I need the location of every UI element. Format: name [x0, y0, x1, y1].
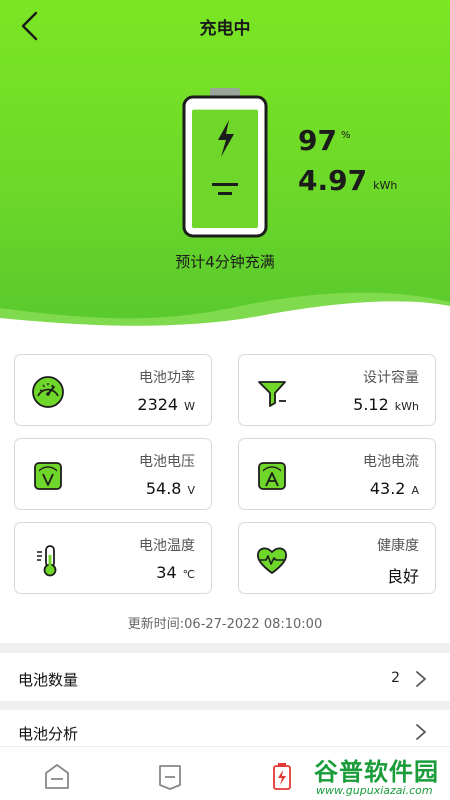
charged-energy: 4.97 kWh [298, 166, 397, 196]
card-battery-voltage: 电池电压 54.8 V [14, 438, 212, 510]
card-unit: kWh [394, 400, 419, 413]
hero-wave [0, 292, 450, 330]
card-battery-health: 健康度 良好 [238, 522, 436, 594]
battery-level-icon [182, 88, 268, 238]
charge-percent-unit: % [340, 130, 351, 141]
funnel-icon [258, 381, 286, 407]
card-label: 电池电流 [363, 454, 419, 470]
charged-energy-value: 4.97 [298, 164, 368, 197]
current-icon [258, 462, 286, 490]
row-label: 电池分析 [18, 725, 79, 743]
page-title: 充电中 [199, 19, 251, 39]
speedometer-icon [32, 376, 64, 408]
battery-charging-icon [273, 763, 291, 790]
tab-battery[interactable] [267, 761, 297, 791]
thermometer-icon [37, 545, 57, 577]
card-label: 健康度 [377, 538, 419, 554]
watermark-title: 谷普软件园 [314, 758, 439, 786]
card-unit: W [184, 400, 195, 413]
card-value: 良好 [386, 567, 419, 586]
row-value: 2 [391, 670, 400, 686]
watermark-url: www.gupuxiazai.com [316, 784, 433, 797]
heart-pulse-icon [256, 547, 288, 574]
card-unit: V [187, 484, 195, 497]
section-divider [0, 701, 450, 710]
card-battery-current: 电池电流 43.2 A [238, 438, 436, 510]
tab-home[interactable] [42, 761, 72, 791]
card-value: 43.2 [369, 479, 406, 498]
card-label: 电池功率 [139, 370, 195, 386]
home-icon [45, 764, 69, 789]
card-label: 电池电压 [139, 454, 195, 470]
last-updated-time: 更新时间:06-27-2022 08:10:00 [127, 617, 323, 632]
card-value: 54.8 [145, 479, 182, 498]
device-icon [159, 765, 181, 790]
charge-percent-value: 97 [298, 124, 337, 157]
voltage-icon [34, 462, 62, 490]
card-value: 2324 [137, 395, 179, 414]
card-label: 设计容量 [363, 370, 419, 386]
card-design-capacity: 设计容量 5.12 kWh [238, 354, 436, 426]
charged-energy-unit: kWh [373, 179, 398, 192]
charging-header: 充电中 97 % 4.97 kWh 预计4分钟充满 [0, 0, 450, 330]
card-value: 5.12 [353, 395, 389, 414]
chevron-right-icon [416, 724, 426, 740]
card-value: 34 [156, 563, 177, 582]
watermark-logo: 谷普软件园 www.gupuxiazai.com [310, 752, 450, 800]
time-to-full: 预计4分钟充满 [175, 253, 275, 271]
section-divider [0, 643, 450, 653]
card-unit: A [411, 484, 419, 497]
tab-device[interactable] [155, 761, 185, 791]
card-unit: ℃ [182, 568, 195, 581]
card-battery-temperature: 电池温度 34 ℃ [14, 522, 212, 594]
charge-percent: 97 % [298, 126, 350, 156]
battery-count-row[interactable]: 电池数量 2 [0, 657, 450, 701]
chevron-right-icon [416, 671, 426, 687]
card-label: 电池温度 [139, 538, 195, 554]
battery-analysis-row[interactable]: 电池分析 [0, 710, 450, 746]
card-battery-power: 电池功率 2324 W [14, 354, 212, 426]
row-label: 电池数量 [18, 671, 79, 689]
